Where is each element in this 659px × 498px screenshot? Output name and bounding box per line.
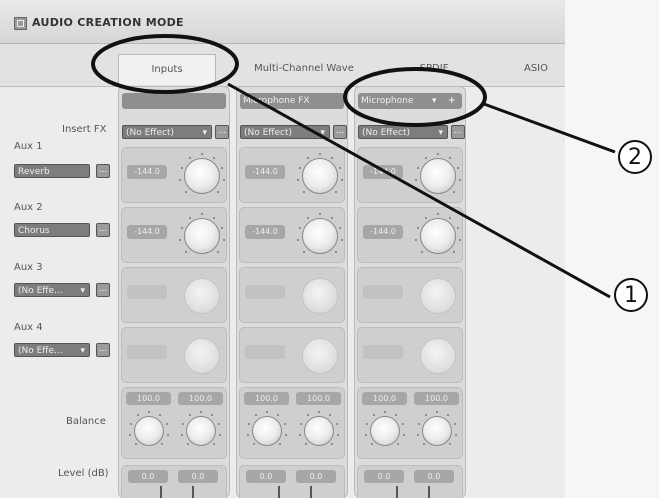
callout-line-2 (483, 102, 616, 154)
audio-creation-window: AUDIO CREATION MODE Inputs Multi-Channel… (0, 0, 659, 498)
callout-ellipse-inputs (91, 34, 239, 94)
callout-overlay (91, 34, 616, 299)
callout-ellipse-microphone (343, 67, 487, 127)
callout-2: 2 (618, 140, 652, 174)
callout-1: 1 (614, 278, 648, 312)
callout-line-1 (227, 82, 611, 299)
